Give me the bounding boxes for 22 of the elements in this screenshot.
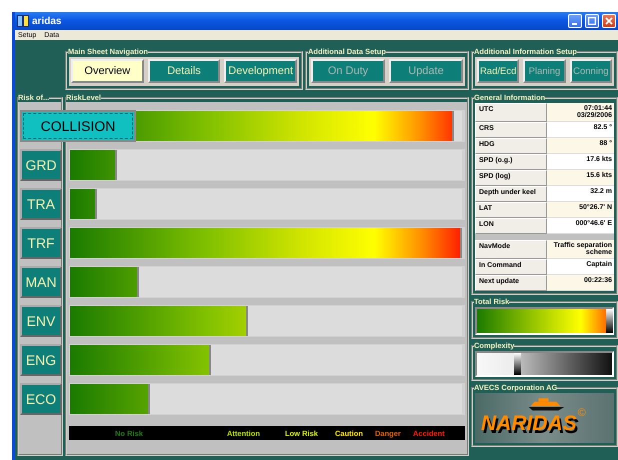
nav-button[interactable]: Development — [224, 59, 298, 83]
window-title: aridas — [32, 16, 62, 26]
risk-button[interactable]: GRD — [20, 149, 62, 181]
nav-button[interactable]: Details — [148, 59, 220, 83]
slider-thumb[interactable] — [514, 353, 520, 375]
maximize-icon — [588, 17, 596, 25]
risk-button[interactable]: ENV — [20, 305, 62, 337]
nav-button[interactable]: Overview — [71, 59, 144, 83]
risk-button[interactable]: TRF — [20, 227, 62, 259]
minimize-button[interactable] — [568, 14, 582, 28]
risk-button[interactable]: COLLISION — [20, 110, 136, 142]
nav-button[interactable]: Rad/Ecd — [477, 59, 520, 83]
risk-button[interactable]: ENG — [20, 344, 62, 376]
app-icon — [17, 15, 29, 27]
copyright-mark: © — [578, 407, 586, 419]
logo-text: NARIDAS — [481, 413, 577, 435]
close-icon — [605, 17, 613, 25]
risk-button[interactable]: TRA — [20, 188, 62, 220]
risk-button[interactable]: MAN — [20, 266, 62, 298]
maximize-button[interactable] — [585, 14, 599, 28]
close-button[interactable] — [602, 14, 616, 28]
risk-button[interactable]: ECO — [20, 383, 62, 415]
